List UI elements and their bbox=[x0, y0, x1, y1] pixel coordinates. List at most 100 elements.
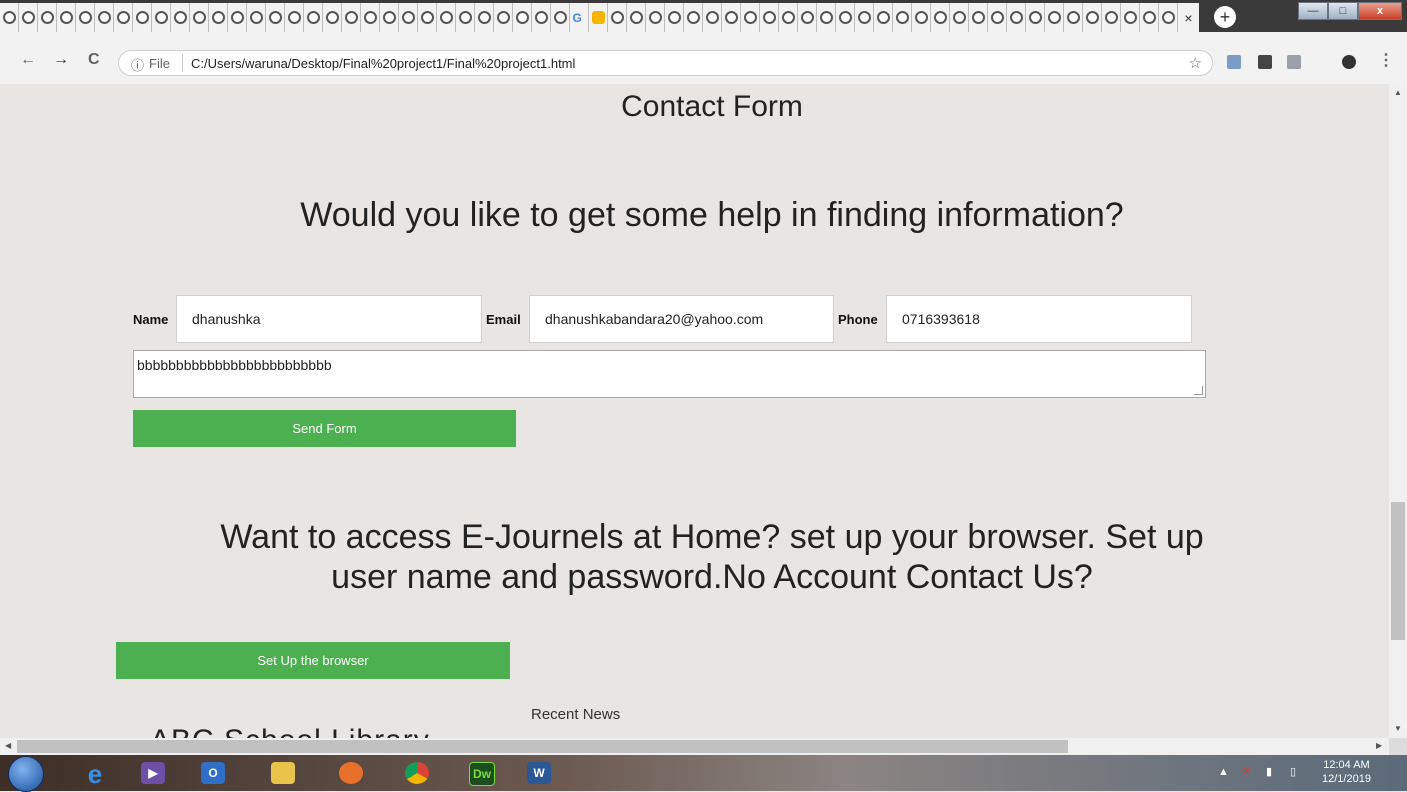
taskbar-dreamweaver[interactable]: Dw bbox=[456, 757, 506, 789]
horizontal-scroll-thumb[interactable] bbox=[17, 740, 1068, 753]
browser-tab[interactable] bbox=[133, 3, 152, 32]
browser-tab[interactable] bbox=[779, 3, 798, 32]
start-button[interactable] bbox=[8, 756, 44, 792]
extension-icon[interactable] bbox=[1258, 55, 1272, 69]
network-icon[interactable]: ✕ bbox=[1242, 765, 1251, 778]
bookmark-star-icon[interactable]: ☆ bbox=[1189, 54, 1202, 72]
browser-tab[interactable] bbox=[285, 3, 304, 32]
browser-tab[interactable] bbox=[950, 3, 969, 32]
browser-tab[interactable] bbox=[608, 3, 627, 32]
browser-tab[interactable] bbox=[893, 3, 912, 32]
browser-tab[interactable] bbox=[171, 3, 190, 32]
browser-tab[interactable] bbox=[437, 3, 456, 32]
browser-tab[interactable] bbox=[855, 3, 874, 32]
browser-tab[interactable] bbox=[589, 3, 608, 32]
browser-tab[interactable] bbox=[19, 3, 38, 32]
close-window-button[interactable]: x bbox=[1358, 2, 1402, 20]
browser-tab[interactable] bbox=[665, 3, 684, 32]
browser-tab[interactable] bbox=[798, 3, 817, 32]
browser-tab[interactable] bbox=[456, 3, 475, 32]
taskbar-explorer[interactable] bbox=[258, 757, 308, 789]
browser-tab[interactable] bbox=[228, 3, 247, 32]
browser-tab[interactable] bbox=[551, 3, 570, 32]
browser-tab[interactable] bbox=[627, 3, 646, 32]
browser-tab[interactable] bbox=[475, 3, 494, 32]
browser-tab[interactable] bbox=[399, 3, 418, 32]
scroll-right-icon[interactable]: ▶ bbox=[1376, 741, 1382, 750]
tray-expand-icon[interactable]: ▲ bbox=[1218, 766, 1229, 778]
browser-tab[interactable] bbox=[1159, 3, 1178, 32]
vertical-scrollbar[interactable]: ▲ ▼ bbox=[1389, 84, 1407, 738]
browser-tab[interactable] bbox=[874, 3, 893, 32]
browser-tab[interactable] bbox=[1045, 3, 1064, 32]
email-field[interactable]: dhanushkabandara20@yahoo.com bbox=[529, 295, 834, 343]
browser-tab[interactable] bbox=[741, 3, 760, 32]
clock[interactable]: 12:04 AM 12/1/2019 bbox=[1322, 758, 1371, 786]
browser-tab[interactable] bbox=[969, 3, 988, 32]
browser-tab[interactable] bbox=[817, 3, 836, 32]
browser-tab[interactable] bbox=[1140, 3, 1159, 32]
browser-tab[interactable] bbox=[513, 3, 532, 32]
scroll-left-icon[interactable]: ◀ bbox=[5, 741, 11, 750]
taskbar-outlook[interactable]: O bbox=[188, 757, 238, 789]
browser-tab[interactable] bbox=[304, 3, 323, 32]
forward-button[interactable]: → bbox=[53, 51, 69, 69]
browser-tab[interactable] bbox=[323, 3, 342, 32]
browser-tab[interactable] bbox=[836, 3, 855, 32]
scroll-up-icon[interactable]: ▲ bbox=[1394, 88, 1402, 97]
resize-grip-icon[interactable] bbox=[1194, 386, 1203, 395]
signal-icon[interactable]: ▮ bbox=[1266, 765, 1272, 778]
name-field[interactable]: dhanushka bbox=[176, 295, 482, 343]
browser-tab[interactable] bbox=[361, 3, 380, 32]
browser-tab[interactable]: G bbox=[570, 3, 589, 32]
tab-close-icon[interactable]: × bbox=[1178, 3, 1199, 32]
browser-tab[interactable] bbox=[1121, 3, 1140, 32]
browser-tab[interactable] bbox=[266, 3, 285, 32]
browser-tab[interactable] bbox=[1007, 3, 1026, 32]
browser-tab[interactable] bbox=[684, 3, 703, 32]
download-extension-icon[interactable] bbox=[1227, 55, 1241, 69]
taskbar-firefox[interactable] bbox=[326, 757, 376, 789]
browser-tab[interactable] bbox=[38, 3, 57, 32]
profile-icon[interactable] bbox=[1342, 55, 1356, 69]
url-text[interactable]: C:/Users/waruna/Desktop/Final%20project1… bbox=[191, 56, 575, 71]
browser-tab[interactable] bbox=[0, 3, 19, 32]
phone-field[interactable]: 0716393618 bbox=[886, 295, 1192, 343]
browser-tab[interactable] bbox=[152, 3, 171, 32]
taskbar-word[interactable]: W bbox=[514, 757, 564, 789]
vertical-scroll-thumb[interactable] bbox=[1391, 502, 1405, 640]
message-textarea[interactable]: bbbbbbbbbbbbbbbbbbbbbbbbb bbox=[133, 350, 1206, 398]
browser-tab[interactable] bbox=[703, 3, 722, 32]
setup-browser-button[interactable]: Set Up the browser bbox=[116, 642, 510, 679]
minimize-button[interactable]: — bbox=[1298, 2, 1328, 20]
taskbar-chrome[interactable] bbox=[392, 757, 442, 789]
browser-tab[interactable] bbox=[76, 3, 95, 32]
browser-tab[interactable] bbox=[190, 3, 209, 32]
reload-button[interactable]: C bbox=[88, 51, 100, 69]
new-tab-button[interactable]: + bbox=[1214, 6, 1236, 28]
browser-tab[interactable] bbox=[247, 3, 266, 32]
back-button[interactable]: ← bbox=[20, 51, 36, 69]
browser-tab[interactable] bbox=[418, 3, 437, 32]
browser-tab[interactable] bbox=[380, 3, 399, 32]
maximize-button[interactable]: □ bbox=[1328, 2, 1358, 20]
browser-tab[interactable] bbox=[760, 3, 779, 32]
send-form-button[interactable]: Send Form bbox=[133, 410, 516, 447]
address-bar[interactable]: ⓘ File C:/Users/waruna/Desktop/Final%20p… bbox=[118, 50, 1213, 76]
scroll-down-icon[interactable]: ▼ bbox=[1394, 724, 1402, 733]
info-icon[interactable]: ⓘ bbox=[131, 55, 144, 74]
browser-tab[interactable] bbox=[95, 3, 114, 32]
horizontal-scrollbar[interactable]: ◀ ▶ bbox=[0, 738, 1389, 755]
browser-tab[interactable] bbox=[494, 3, 513, 32]
browser-tab[interactable] bbox=[114, 3, 133, 32]
browser-tab[interactable] bbox=[209, 3, 228, 32]
browser-tab[interactable] bbox=[912, 3, 931, 32]
browser-tab[interactable] bbox=[1064, 3, 1083, 32]
menu-kebab-icon[interactable]: ⋮ bbox=[1378, 50, 1394, 70]
browser-tab[interactable] bbox=[988, 3, 1007, 32]
taskbar-ie[interactable]: e bbox=[70, 757, 120, 789]
power-icon[interactable]: ▯ bbox=[1290, 765, 1296, 778]
browser-tab[interactable] bbox=[646, 3, 665, 32]
browser-tab[interactable] bbox=[532, 3, 551, 32]
extension-icon-2[interactable] bbox=[1287, 55, 1301, 69]
